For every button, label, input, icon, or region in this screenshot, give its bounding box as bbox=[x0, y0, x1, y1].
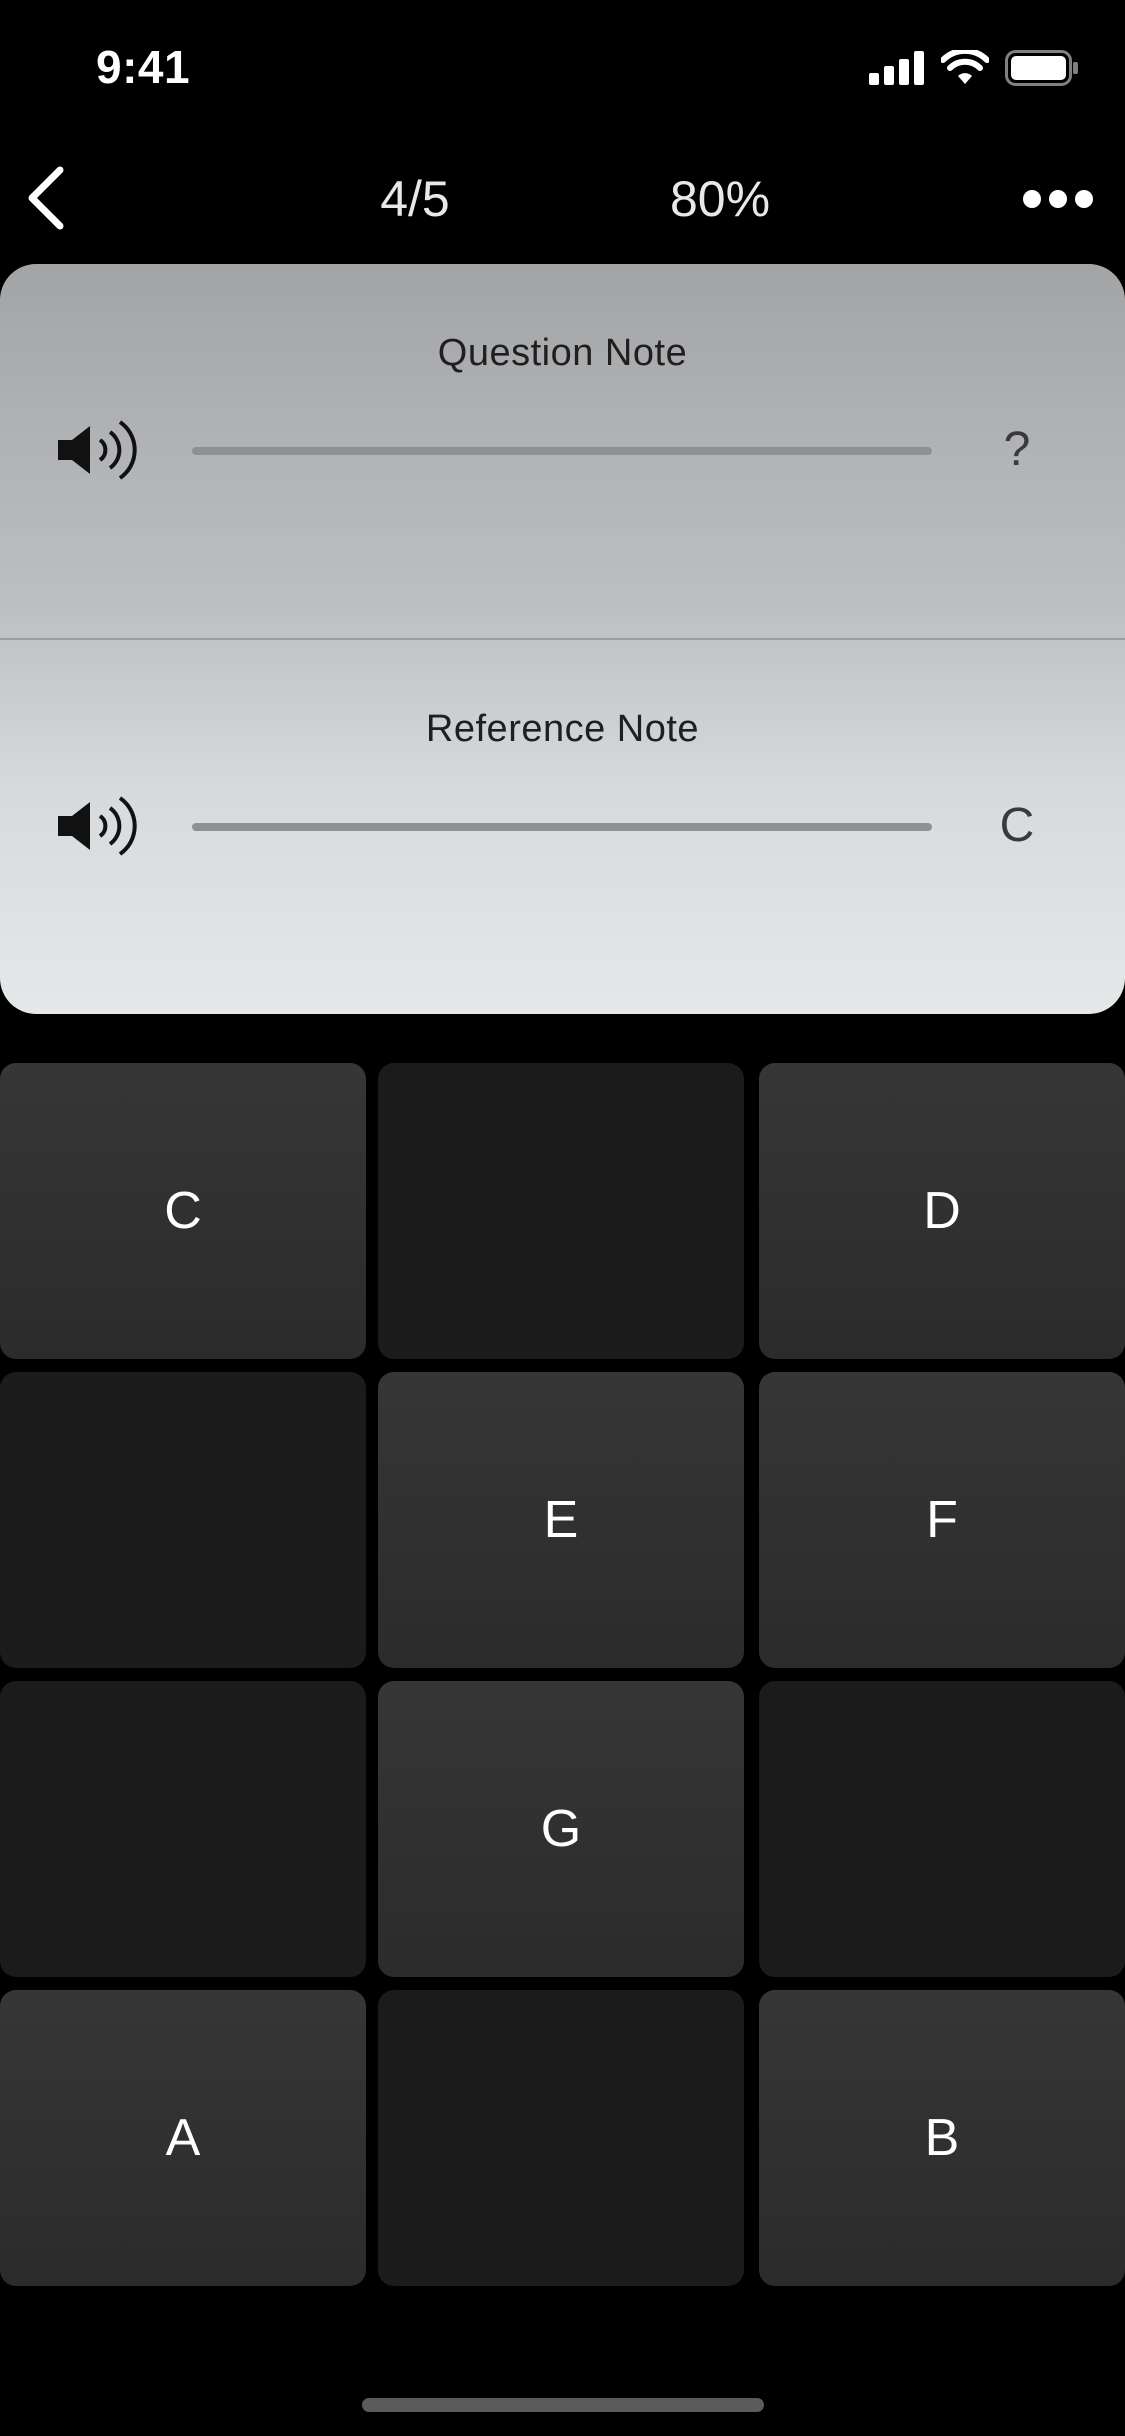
nav-bar: 4/5 80% bbox=[0, 150, 1125, 250]
answer-button-c[interactable]: C bbox=[0, 1063, 366, 1359]
more-options-button[interactable] bbox=[1013, 174, 1103, 224]
speaker-icon bbox=[56, 420, 140, 490]
back-button[interactable] bbox=[16, 164, 76, 236]
reference-note-title: Reference Note bbox=[425, 708, 700, 750]
battery-icon bbox=[1005, 50, 1079, 91]
cellular-signal-icon bbox=[869, 51, 925, 90]
question-playback-slider[interactable] bbox=[192, 447, 932, 455]
speaker-icon bbox=[56, 796, 140, 866]
ellipsis-icon bbox=[1023, 190, 1041, 208]
answer-button-g[interactable]: G bbox=[378, 1681, 744, 1977]
answer-button-b[interactable]: B bbox=[759, 1990, 1125, 2286]
status-icons bbox=[869, 47, 1079, 91]
reference-note-value: C bbox=[999, 799, 1035, 852]
wifi-icon bbox=[940, 47, 990, 91]
answer-cell-empty bbox=[0, 1681, 366, 1977]
question-note-title: Question Note bbox=[437, 332, 688, 374]
answer-button-a[interactable]: A bbox=[0, 1990, 366, 2286]
answer-button-f[interactable]: F bbox=[759, 1372, 1125, 1668]
question-note-panel: Question Note ? bbox=[0, 264, 1125, 638]
question-progress: 4/5 bbox=[380, 171, 450, 227]
play-question-button[interactable] bbox=[56, 414, 140, 486]
reference-note-panel: Reference Note C bbox=[0, 640, 1125, 1014]
note-card: Question Note ? Reference Note C bbox=[0, 264, 1125, 1014]
status-bar: 9:41 bbox=[0, 0, 1125, 132]
answer-cell-empty bbox=[0, 1372, 366, 1668]
chevron-left-icon bbox=[26, 166, 66, 235]
answer-cell-empty bbox=[378, 1063, 744, 1359]
status-time: 9:41 bbox=[96, 41, 191, 93]
answer-cell-empty bbox=[759, 1681, 1125, 1977]
play-reference-button[interactable] bbox=[56, 790, 140, 862]
reference-playback-slider[interactable] bbox=[192, 823, 932, 831]
answer-cell-empty bbox=[378, 1990, 744, 2286]
question-note-value: ? bbox=[1003, 423, 1031, 476]
answer-button-d[interactable]: D bbox=[759, 1063, 1125, 1359]
score-percentage: 80% bbox=[669, 171, 771, 227]
answer-button-e[interactable]: E bbox=[378, 1372, 744, 1668]
home-indicator[interactable] bbox=[362, 2398, 764, 2412]
